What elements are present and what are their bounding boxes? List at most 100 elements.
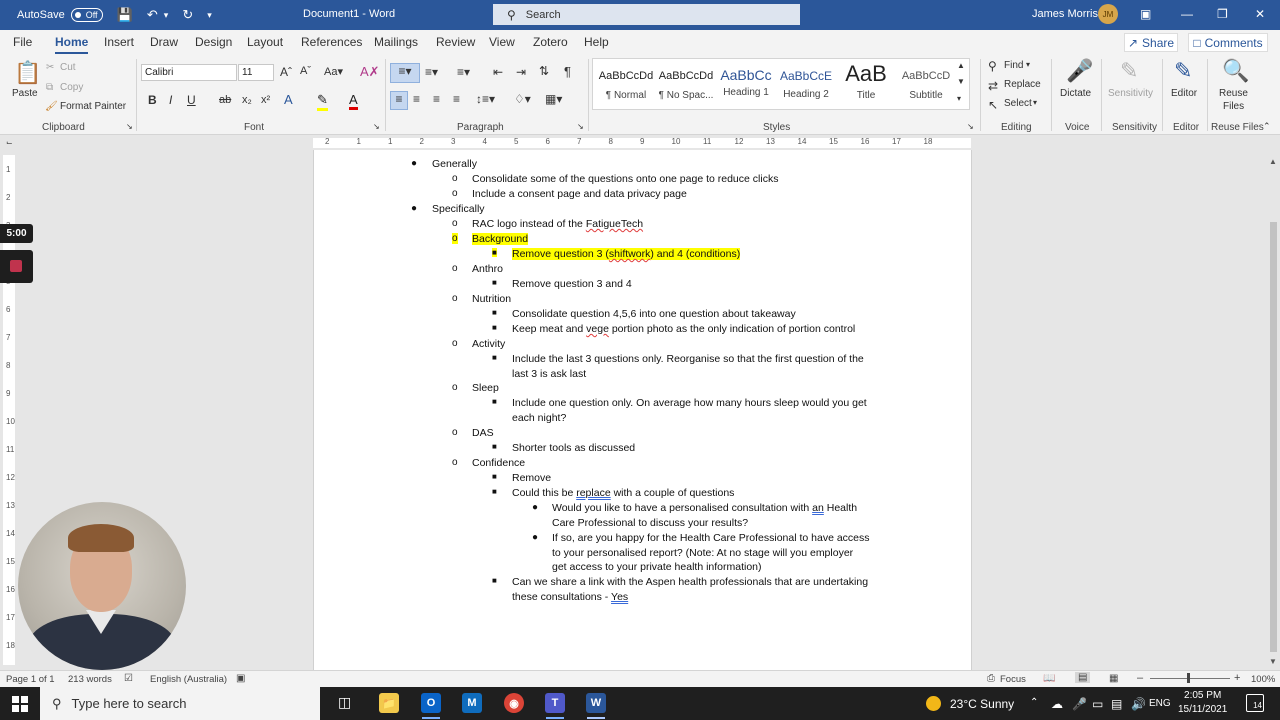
bold-icon[interactable]: B [148,93,157,107]
styles-more-icon[interactable]: ▾ [957,94,961,103]
windows-start-icon[interactable] [12,696,28,712]
scroll-up-icon[interactable]: ▲ [1269,157,1277,166]
select-dropdown-icon[interactable]: ▾ [1033,98,1037,107]
web-layout-icon[interactable]: ▦ [1109,673,1118,684]
paste-button[interactable]: Paste [12,88,38,99]
language-indicator[interactable]: English (Australia) [150,674,227,685]
copy-button[interactable]: Copy [60,82,83,93]
tab-file[interactable]: File [13,35,32,49]
reuse-button-line1[interactable]: Reuse [1219,88,1248,99]
vertical-scrollbar[interactable]: ▲ ▼ [1267,155,1280,670]
tab-draw[interactable]: Draw [150,35,178,49]
weather-text[interactable]: 23°C Sunny [950,697,1014,711]
tab-design[interactable]: Design [195,35,232,49]
style-no-spacing[interactable]: AaBbCcDd ¶ No Spac... [655,59,717,109]
justify-icon[interactable]: ≡ [453,92,460,106]
page-count[interactable]: Page 1 of 1 [6,674,55,685]
tab-review[interactable]: Review [436,35,475,49]
tab-layout[interactable]: Layout [247,35,283,49]
tab-references[interactable]: References [301,35,362,49]
taskbar-clock[interactable]: 2:05 PM 15/11/2021 [1178,689,1227,717]
customize-toolbar-icon[interactable]: ▾ [207,10,212,21]
italic-icon[interactable]: I [169,93,172,107]
font-color-icon[interactable]: A [349,92,358,110]
microphone-icon[interactable]: 🎤 [1066,58,1093,84]
superscript-icon[interactable]: x² [261,94,270,106]
clear-formatting-icon[interactable]: A✗ [360,64,380,80]
notification-center-icon[interactable]: 14 [1246,694,1264,712]
save-icon[interactable]: 💾 [117,7,133,23]
undo-icon[interactable]: ↶ [147,7,158,23]
cloud-icon[interactable]: ☁ [1051,697,1063,711]
underline-icon[interactable]: U [187,93,196,107]
grammar-error[interactable]: Yes [611,591,628,603]
grow-font-icon[interactable]: Aˆ [280,65,292,79]
horizontal-ruler[interactable]: 2 1 1 2 3 4 5 6 7 8 9 10 11 12 13 14 15 16 17 18 [313,137,971,148]
tab-zotero[interactable]: Zotero [533,35,568,49]
minimize-icon[interactable]: — [1181,7,1193,21]
change-case-icon[interactable]: Aa▾ [324,65,343,78]
sensitivity-button[interactable]: Sensitivity [1108,88,1153,99]
file-explorer-icon[interactable]: 📁 [379,693,399,713]
spelling-error[interactable]: FatigueTech [586,218,643,230]
font-launcher-icon[interactable]: ↘ [373,122,380,131]
style-subtitle[interactable]: AaBbCcD Subtitle [895,59,957,109]
style-heading-1[interactable]: AaBbCc Heading 1 [715,59,777,109]
tab-help[interactable]: Help [584,35,609,49]
teams-icon[interactable]: T [545,693,565,713]
tab-insert[interactable]: Insert [104,35,134,49]
proofing-icon[interactable]: ☑ [124,673,133,684]
bullets-icon[interactable]: ≡▾ [390,63,420,83]
collapse-ribbon-icon[interactable]: ⌃ [1263,121,1271,132]
task-view-icon[interactable]: ◫ [338,694,351,711]
tab-selector-icon[interactable]: ⌙ [6,138,13,147]
ribbon-display-icon[interactable]: ▣ [1140,7,1151,21]
word-count[interactable]: 213 words [68,674,112,685]
spelling-error[interactable]: vege [586,323,609,335]
print-layout-icon[interactable]: ▤ [1075,672,1091,683]
taskbar-search[interactable]: ⚲ Type here to search [40,687,320,720]
align-left-icon[interactable]: ≡ [390,91,408,110]
user-name[interactable]: James Morris [1032,8,1098,20]
paste-icon[interactable]: 📋 [14,60,41,86]
microphone-tray-icon[interactable]: 🎤 [1072,697,1087,711]
chrome-icon[interactable]: ◉ [504,693,524,713]
reuse-files-icon[interactable]: 🔍 [1222,58,1249,84]
editor-icon[interactable]: ✎ [1174,58,1192,84]
shading-icon[interactable]: ♢▾ [514,92,531,106]
mail-app-icon[interactable]: M [462,693,482,713]
styles-scroll-up-icon[interactable]: ▲ [957,61,965,70]
strikethrough-icon[interactable]: ab [219,94,231,106]
decrease-indent-icon[interactable]: ⇤ [493,65,503,79]
cut-button[interactable]: Cut [60,62,76,73]
find-button[interactable]: Find [1004,60,1023,71]
zoom-in-icon[interactable]: + [1234,672,1240,684]
scroll-thumb[interactable] [1270,222,1277,652]
style-title[interactable]: AaB Title [835,59,897,109]
tab-mailings[interactable]: Mailings [374,35,418,49]
increase-indent-icon[interactable]: ⇥ [516,65,526,79]
sort-icon[interactable]: ⇅ [539,64,549,78]
scroll-down-icon[interactable]: ▼ [1269,657,1277,666]
line-spacing-icon[interactable]: ↕≡▾ [476,92,495,106]
autosave-toggle[interactable]: Off [70,8,103,22]
grammar-error[interactable]: an [812,502,824,514]
spelling-error[interactable]: shiftwork [609,248,650,260]
accessibility-icon[interactable]: ▣ [236,673,245,684]
reuse-button-line2[interactable]: Files [1223,101,1244,112]
share-button[interactable]: ↗ Share [1124,33,1178,52]
paragraph-launcher-icon[interactable]: ↘ [577,122,584,131]
stop-recording-button[interactable] [0,250,33,283]
font-size-box[interactable]: 11 [238,64,274,81]
comments-button[interactable]: □ Comments [1188,33,1268,52]
numbering-icon[interactable]: ≡▾ [425,65,438,79]
battery-icon[interactable]: ▭ [1092,697,1103,711]
show-hidden-icons-icon[interactable]: ⌃ [1030,697,1038,708]
zoom-level[interactable]: 100% [1251,674,1275,685]
close-icon[interactable]: ✕ [1255,7,1265,21]
replace-button[interactable]: Replace [1004,79,1041,90]
zoom-out-icon[interactable]: – [1137,672,1143,684]
maximize-icon[interactable]: ❐ [1217,7,1228,21]
avatar[interactable]: JM [1098,4,1118,24]
multilevel-list-icon[interactable]: ≡▾ [457,65,470,79]
